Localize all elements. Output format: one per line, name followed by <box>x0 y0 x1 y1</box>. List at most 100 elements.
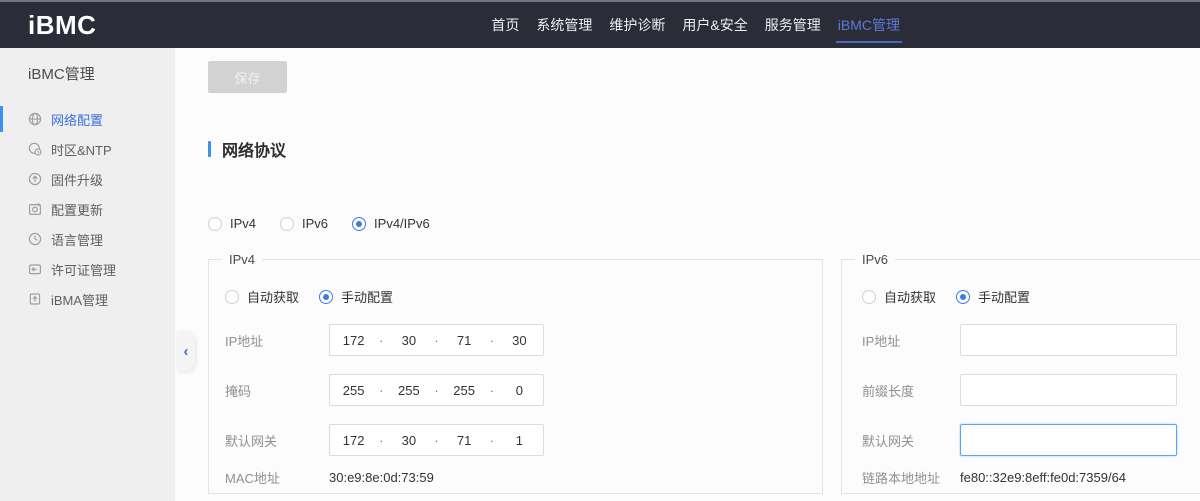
ipv4-panel-legend: IPv4 <box>222 251 262 268</box>
ip-octet-2[interactable]: 30 <box>385 433 432 448</box>
octet-separator: · <box>433 333 441 348</box>
ipv6-panel: IPv6 自动获取 手动配置 IP地址 前缀长度 <box>841 259 1200 494</box>
radio-label: 自动获取 <box>884 287 936 306</box>
sidebar-item-label: iBMA管理 <box>51 290 108 309</box>
field-label: 链路本地地址 <box>862 468 960 487</box>
field-label: IP地址 <box>225 331 329 350</box>
sidebar-item-network-config[interactable]: 网络配置 <box>0 104 175 134</box>
subnet-mask-input[interactable]: 255 · 255 · 255 · 0 <box>329 374 544 406</box>
field-label: 前缀长度 <box>862 381 960 400</box>
radio-label: 自动获取 <box>247 287 299 306</box>
nav-item-user-security[interactable]: 用户&安全 <box>682 2 747 48</box>
nav-item-ibmc-management[interactable]: iBMC管理 <box>838 2 900 48</box>
radio-option-ipv6[interactable]: IPv6 <box>280 216 328 231</box>
radio-button[interactable] <box>225 290 239 304</box>
ipv6-link-local-row: 链路本地地址 fe80::32e9:8eff:fe0d:7359/64 <box>862 468 1200 486</box>
sidebar-item-config-update[interactable]: 配置更新 <box>0 194 175 224</box>
sidebar-item-license-management[interactable]: 许可证管理 <box>0 254 175 284</box>
ipv4-mode-radio-group: 自动获取 手动配置 <box>225 260 822 306</box>
ip-octet-4[interactable]: 0 <box>496 383 543 398</box>
ip-octet-2[interactable]: 255 <box>385 383 432 398</box>
sidebar-collapse-button[interactable]: ‹ <box>177 331 195 371</box>
section-title: 网络协议 <box>222 137 286 161</box>
topbar: iBMC 首页 系统管理 维护诊断 用户&安全 服务管理 iBMC管理 <box>0 0 1200 48</box>
octet-separator: · <box>377 433 385 448</box>
timezone-clock-icon <box>28 142 42 156</box>
ipv4-address-input[interactable]: 172 · 30 · 71 · 30 <box>329 324 544 356</box>
nav-item-home[interactable]: 首页 <box>491 2 519 48</box>
ip-octet-1[interactable]: 172 <box>330 433 377 448</box>
sidebar: iBMC管理 网络配置 时区&NTP 固件升 <box>0 48 175 501</box>
firmware-upgrade-icon <box>28 172 42 186</box>
sidebar-menu: 网络配置 时区&NTP 固件升级 配置更 <box>0 104 175 314</box>
ipv6-mode-radio-group: 自动获取 手动配置 <box>862 260 1200 306</box>
ip-octet-3[interactable]: 255 <box>441 383 488 398</box>
ibma-package-icon <box>28 292 42 306</box>
ipv6-gateway-row: 默认网关 <box>862 424 1200 456</box>
field-label: MAC地址 <box>225 468 329 487</box>
sidebar-item-label: 固件升级 <box>51 170 103 189</box>
nav-item-system-management[interactable]: 系统管理 <box>536 2 592 48</box>
ip-octet-1[interactable]: 172 <box>330 333 377 348</box>
radio-button[interactable] <box>280 217 294 231</box>
radio-ipv4-auto[interactable]: 自动获取 <box>225 287 299 306</box>
app-logo[interactable]: iBMC <box>0 10 96 41</box>
radio-button[interactable] <box>956 290 970 304</box>
radio-ipv4-manual[interactable]: 手动配置 <box>319 287 393 306</box>
sidebar-item-language-management[interactable]: 语言管理 <box>0 224 175 254</box>
config-update-icon <box>28 202 42 216</box>
octet-separator: · <box>433 383 441 398</box>
radio-label: 手动配置 <box>978 287 1030 306</box>
radio-option-ipv4-ipv6[interactable]: IPv4/IPv6 <box>352 216 430 231</box>
radio-option-ipv4[interactable]: IPv4 <box>208 216 256 231</box>
default-gateway-input[interactable]: 172 · 30 · 71 · 1 <box>329 424 544 456</box>
octet-separator: · <box>488 433 496 448</box>
field-label: 掩码 <box>225 381 329 400</box>
ipv6-prefix-row: 前缀长度 <box>862 374 1200 406</box>
radio-button[interactable] <box>352 217 366 231</box>
ipv6-address-input[interactable] <box>960 324 1177 356</box>
nav-item-service-management[interactable]: 服务管理 <box>765 2 821 48</box>
language-icon <box>28 232 42 246</box>
ip-octet-3[interactable]: 71 <box>441 333 488 348</box>
ipv4-ip-row: IP地址 172 · 30 · 71 · 30 <box>225 324 822 356</box>
sidebar-item-timezone-ntp[interactable]: 时区&NTP <box>0 134 175 164</box>
octet-separator: · <box>377 333 385 348</box>
sidebar-item-ibma-management[interactable]: iBMA管理 <box>0 284 175 314</box>
save-button[interactable]: 保存 <box>208 61 287 93</box>
ip-octet-4[interactable]: 30 <box>496 333 543 348</box>
radio-ipv6-auto[interactable]: 自动获取 <box>862 287 936 306</box>
ipv6-default-gateway-input[interactable] <box>960 424 1177 456</box>
sidebar-item-label: 网络配置 <box>51 110 103 129</box>
sidebar-item-label: 许可证管理 <box>51 260 116 279</box>
radio-button[interactable] <box>319 290 333 304</box>
sidebar-item-firmware-upgrade[interactable]: 固件升级 <box>0 164 175 194</box>
main-content: 保存 网络协议 IPv4 IPv6 IPv4/IPv6 IPv4 <box>175 48 1200 501</box>
sidebar-item-label: 配置更新 <box>51 200 103 219</box>
ip-octet-1[interactable]: 255 <box>330 383 377 398</box>
field-label: IP地址 <box>862 331 960 350</box>
ip-octet-2[interactable]: 30 <box>385 333 432 348</box>
ipv4-panel: IPv4 自动获取 手动配置 IP地址 172 · <box>208 259 823 494</box>
chevron-left-icon: ‹ <box>184 344 189 359</box>
nav-item-maintenance-diagnostics[interactable]: 维护诊断 <box>609 2 665 48</box>
octet-separator: · <box>488 383 496 398</box>
radio-label: 手动配置 <box>341 287 393 306</box>
section-header: 网络协议 <box>208 140 1200 158</box>
radio-label: IPv6 <box>302 216 328 231</box>
ipv4-mask-row: 掩码 255 · 255 · 255 · 0 <box>225 374 822 406</box>
primary-nav: 首页 系统管理 维护诊断 用户&安全 服务管理 iBMC管理 <box>491 2 900 48</box>
protocol-radio-group: IPv4 IPv6 IPv4/IPv6 <box>208 216 1200 231</box>
radio-label: IPv4 <box>230 216 256 231</box>
radio-label: IPv4/IPv6 <box>374 216 430 231</box>
ip-octet-3[interactable]: 71 <box>441 433 488 448</box>
ipv6-panel-legend: IPv6 <box>855 251 895 268</box>
radio-button[interactable] <box>862 290 876 304</box>
radio-ipv6-manual[interactable]: 手动配置 <box>956 287 1030 306</box>
field-label: 默认网关 <box>862 431 960 450</box>
mac-address-value: 30:e9:8e:0d:73:59 <box>329 470 434 485</box>
field-label: 默认网关 <box>225 431 329 450</box>
prefix-length-input[interactable] <box>960 374 1177 406</box>
ip-octet-4[interactable]: 1 <box>496 433 543 448</box>
radio-button[interactable] <box>208 217 222 231</box>
